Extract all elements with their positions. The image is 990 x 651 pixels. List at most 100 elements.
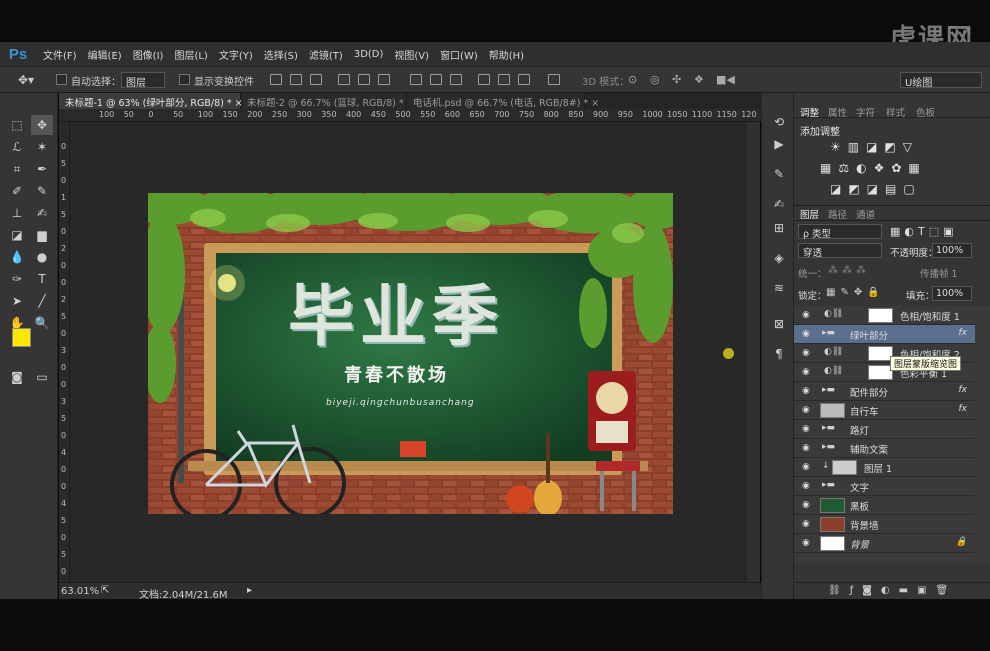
distribute-bottom-icon[interactable] — [450, 74, 462, 85]
layer-row-selected[interactable]: ◉ ▸▬ 绿叶部分 fx — [794, 325, 975, 344]
tool-presets-icon[interactable]: ✎ — [770, 165, 788, 183]
layer-row[interactable]: ◉ ▸▬ 文字 — [794, 477, 975, 496]
navigator-icon[interactable]: ⊠ — [770, 315, 788, 333]
fx-icon[interactable]: fx — [959, 385, 968, 395]
layer-row[interactable]: ◉ 背景 🔒 — [794, 534, 975, 553]
blur-tool-icon[interactable]: 💧 — [6, 247, 28, 267]
layer-mask-thumb[interactable] — [868, 308, 893, 323]
dodge-tool-icon[interactable]: ● — [31, 247, 53, 267]
close-icon[interactable]: × — [591, 98, 599, 109]
distribute-right-icon[interactable] — [518, 74, 530, 85]
paragraph-icon[interactable]: ¶ — [770, 345, 788, 363]
zoom-tool-icon[interactable]: 🔍 — [31, 313, 53, 333]
menu-type[interactable]: 文字(Y) — [219, 47, 253, 62]
3d-slide-icon[interactable]: ❖ — [694, 73, 704, 86]
tab-doc-3[interactable]: 电话机.psd @ 66.7% (电话, RGB/8#) * × — [407, 93, 599, 109]
eraser-tool-icon[interactable]: ◪ — [6, 225, 28, 245]
menu-window[interactable]: 窗口(W) — [440, 47, 478, 62]
lasso-tool-icon[interactable]: ℒ — [6, 137, 28, 157]
type-tool-icon[interactable]: T — [31, 269, 53, 289]
window-controls[interactable]: — ❐ ✕ — [932, 26, 972, 37]
layer-row[interactable]: ◉ ◐⛓ 色相/饱和度 1 — [794, 306, 975, 325]
move-tool-icon[interactable]: ✥▾ — [18, 73, 34, 87]
menu-layer[interactable]: 图层(L) — [174, 47, 207, 62]
fill-input[interactable]: 100% — [932, 286, 972, 301]
distribute-hcenter-icon[interactable] — [498, 74, 510, 85]
healing-brush-tool-icon[interactable]: ✐ — [6, 181, 28, 201]
vertical-scrollbar[interactable] — [747, 122, 760, 582]
eyedropper-tool-icon[interactable]: ✒ — [31, 159, 53, 179]
menu-filter[interactable]: 滤镜(T) — [309, 47, 343, 62]
align-vcenter-icon[interactable] — [290, 74, 302, 85]
menu-help[interactable]: 帮助(H) — [489, 47, 524, 62]
blend-mode-dropdown[interactable]: 穿透 — [798, 243, 882, 259]
3d-scale-icon[interactable]: ■◀ — [716, 73, 735, 86]
fx-icon[interactable]: fx — [959, 404, 968, 414]
layer-row[interactable]: ◉ 背景墙 — [794, 515, 975, 534]
clone-stamp-tool-icon[interactable]: ⊥ — [6, 203, 28, 223]
propagate-frame-label[interactable]: 传播帧 1 — [920, 266, 958, 280]
export-icon[interactable]: ⇱ — [101, 585, 109, 596]
visibility-eye-icon[interactable]: ◉ — [802, 500, 813, 511]
layers-footer-icons[interactable]: ⛓ƒ◙◐▬▣🗑 — [794, 582, 990, 599]
quick-mask-icon[interactable]: ◙ — [6, 367, 28, 387]
visibility-eye-icon[interactable]: ◉ — [802, 424, 813, 435]
menu-3d[interactable]: 3D(D) — [354, 49, 384, 60]
layer-row[interactable]: ◉ 自行车 fx — [794, 401, 975, 420]
menu-select[interactable]: 选择(S) — [264, 47, 298, 62]
3d-rotate-icon[interactable]: ⊙ — [628, 73, 637, 86]
layer-row[interactable]: ◉ ▸▬ 路灯 — [794, 420, 975, 439]
tab-doc-2[interactable]: 未标题-2 @ 66.7% (篮球, RGB/8) * × — [241, 93, 415, 109]
gradient-tool-icon[interactable]: ▆ — [31, 225, 53, 245]
adjustment-icons-row-2[interactable]: ▦⚖◐❖✿▦ — [820, 161, 927, 175]
tab-channels[interactable]: 通道 — [856, 207, 875, 221]
layer-row[interactable]: ◉ ↓ 图层 1 — [794, 458, 975, 477]
menu-image[interactable]: 图像(I) — [133, 47, 164, 62]
3d-roll-icon[interactable]: ◎ — [650, 73, 660, 86]
visibility-eye-icon[interactable]: ◉ — [802, 538, 813, 549]
layer-thumb[interactable] — [832, 460, 857, 475]
tab-layers[interactable]: 图层 — [800, 207, 819, 221]
unify-icons[interactable]: ⁂⁂⁂ — [828, 265, 870, 276]
3d-icon[interactable]: ◈ — [770, 249, 788, 267]
history-icon[interactable]: ⟲ — [770, 113, 788, 131]
layer-thumb[interactable] — [820, 536, 845, 551]
layers-stack-icon[interactable]: ≋ — [770, 279, 788, 297]
align-left-icon[interactable] — [338, 74, 350, 85]
workspace-dropdown[interactable]: U绘图 — [900, 72, 982, 89]
visibility-eye-icon[interactable]: ◉ — [802, 367, 813, 378]
pen-tool-icon[interactable]: ✑ — [6, 269, 28, 289]
visibility-eye-icon[interactable]: ◉ — [802, 405, 813, 416]
align-bottom-icon[interactable] — [310, 74, 322, 85]
actions-play-icon[interactable]: ▶ — [770, 135, 788, 153]
opacity-input[interactable]: 100% — [932, 243, 972, 258]
align-right-icon[interactable] — [378, 74, 390, 85]
layer-thumb[interactable] — [820, 498, 845, 513]
3d-pan-icon[interactable]: ✣ — [672, 73, 681, 86]
layer-thumb[interactable] — [820, 403, 845, 418]
fx-icon[interactable]: fx — [959, 328, 968, 338]
layer-thumb[interactable] — [820, 517, 845, 532]
visibility-eye-icon[interactable]: ◉ — [802, 481, 813, 492]
magic-wand-tool-icon[interactable]: ✶ — [31, 137, 53, 157]
zoom-level[interactable]: 63.01% — [61, 586, 99, 597]
distribute-vcenter-icon[interactable] — [430, 74, 442, 85]
clone-source-icon[interactable]: ⊞ — [770, 219, 788, 237]
menu-file[interactable]: 文件(F) — [43, 47, 77, 62]
distribute-left-icon[interactable] — [478, 74, 490, 85]
marquee-tool-icon[interactable]: ⬚ — [6, 115, 28, 135]
menu-view[interactable]: 视图(V) — [394, 47, 429, 62]
crop-tool-icon[interactable]: ⌗ — [6, 159, 28, 179]
lock-icons[interactable]: ▦✎✥🔒 — [826, 287, 885, 298]
visibility-eye-icon[interactable]: ◉ — [802, 443, 813, 454]
visibility-eye-icon[interactable]: ◉ — [802, 348, 813, 359]
auto-select-dropdown[interactable]: 图层 — [121, 72, 165, 89]
layer-row[interactable]: ◉ 黑板 — [794, 496, 975, 515]
visibility-eye-icon[interactable]: ◉ — [802, 519, 813, 530]
visibility-eye-icon[interactable]: ◉ — [802, 329, 813, 340]
layer-row[interactable]: ◉ ▸▬ 辅助文案 — [794, 439, 975, 458]
line-tool-icon[interactable]: ╱ — [31, 291, 53, 311]
adjustment-icons-row-1[interactable]: ☀▥◪◩▽ — [830, 140, 919, 154]
tab-paths[interactable]: 路径 — [828, 207, 847, 221]
tab-doc-1[interactable]: 未标题-1 @ 63% (绿叶部分, RGB/8) * × — [59, 93, 243, 109]
